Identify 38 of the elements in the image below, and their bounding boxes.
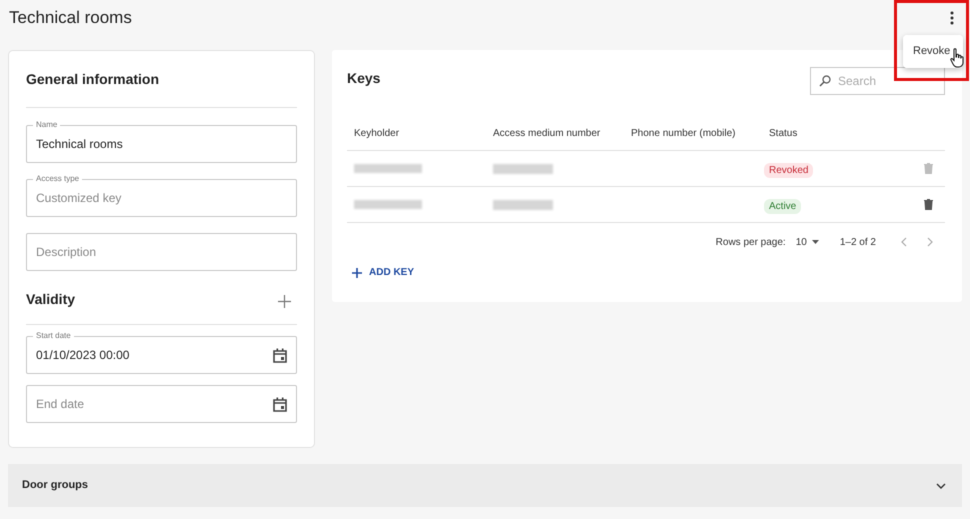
more-options-icon[interactable] (950, 11, 954, 25)
section-title: Door groups (22, 478, 88, 494)
input-field[interactable]: End date (26, 385, 297, 423)
status-badge: Revoked (764, 162, 814, 178)
calendar-icon[interactable] (273, 396, 287, 412)
add-icon[interactable] (278, 295, 291, 308)
field-value: 01/10/2023 00:00 (36, 347, 130, 364)
trash-icon[interactable] (924, 199, 933, 210)
rows-per-page-select[interactable]: 10 (796, 234, 819, 250)
rows-per-page-label: Rows per page: (716, 236, 786, 250)
status-badge: Active (764, 198, 802, 214)
column-header: Phone number (mobile) (630, 126, 736, 140)
input-field[interactable]: Description (26, 233, 297, 271)
search-field[interactable]: Search (810, 67, 945, 95)
plus-icon (352, 268, 362, 278)
chevron-icon (936, 482, 946, 488)
caret-icon (812, 240, 819, 244)
blurred-text (493, 200, 553, 210)
field-value: Customized key (36, 190, 122, 207)
blurred-text (354, 200, 422, 209)
column-header: Keyholder (353, 126, 400, 140)
add-key-button[interactable]: ADD KEY (352, 265, 414, 280)
page-range: 1–2 of 2 (840, 236, 876, 250)
section-title: Keys (347, 69, 380, 88)
field-label: Access type (33, 173, 82, 185)
blurred-text (354, 164, 422, 173)
search-icon (819, 75, 831, 87)
field-input[interactable]: Description (36, 243, 287, 261)
page-title: Technical rooms (9, 7, 132, 30)
section-title: Validity (26, 290, 76, 309)
column-header: Status (768, 126, 798, 140)
column-header: Access medium number (492, 126, 602, 140)
calendar-icon[interactable] (273, 348, 287, 362)
door-groups-bar[interactable]: Door groups (8, 464, 962, 507)
section-title: General information (26, 70, 160, 89)
field-input[interactable]: End date (36, 395, 273, 413)
blurred-text (493, 164, 553, 174)
field-value: Technical rooms (36, 136, 124, 153)
